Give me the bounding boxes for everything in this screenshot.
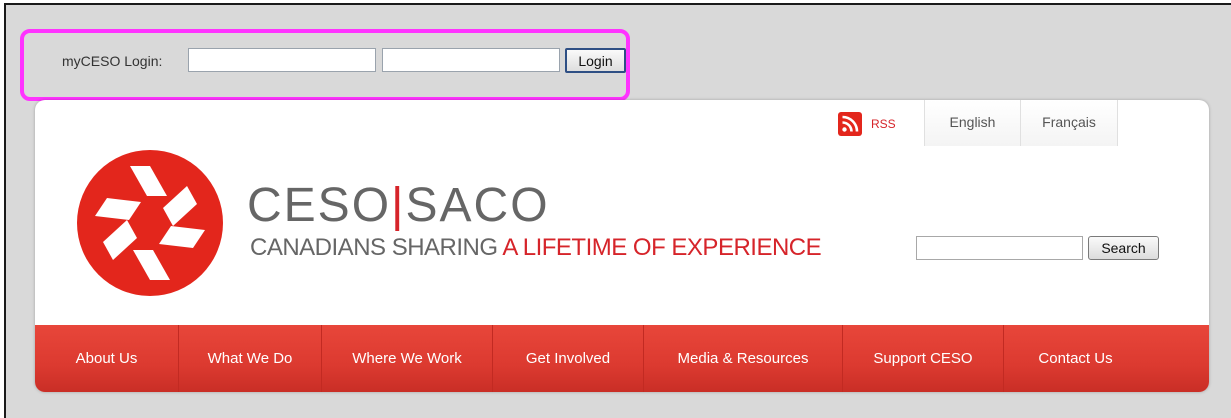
brand-wordmark: CESO|SACO — [247, 178, 550, 233]
nav-get-involved[interactable]: Get Involved — [493, 325, 644, 392]
nav-media-resources[interactable]: Media & Resources — [644, 325, 843, 392]
search-input[interactable] — [916, 236, 1083, 260]
language-tab-english[interactable]: English — [924, 100, 1021, 146]
ceso-logo[interactable] — [75, 148, 225, 298]
nav-contact-us[interactable]: Contact Us — [1004, 325, 1147, 392]
nav-support-ceso[interactable]: Support CESO — [843, 325, 1004, 392]
brand-separator: | — [391, 179, 406, 232]
tagline-gray: CANADIANS SHARING — [250, 234, 503, 261]
language-tab-french[interactable]: Français — [1021, 100, 1118, 146]
brand-ceso: CESO — [247, 179, 392, 232]
nav-what-we-do[interactable]: What We Do — [179, 325, 322, 392]
username-input[interactable] — [188, 48, 376, 72]
rss-icon-glyph — [842, 115, 859, 132]
tagline: CANADIANS SHARING A LIFETIME OF EXPERIEN… — [250, 234, 822, 262]
password-input[interactable] — [382, 48, 560, 72]
tagline-red: A LIFETIME OF EXPERIENCE — [502, 234, 822, 261]
search-button[interactable]: Search — [1088, 236, 1159, 260]
login-label: myCESO Login: — [62, 53, 163, 69]
nav-about-us[interactable]: About Us — [35, 325, 179, 392]
nav-where-we-work[interactable]: Where We Work — [322, 325, 493, 392]
rss-icon[interactable] — [838, 112, 862, 136]
main-navigation: About Us What We Do Where We Work Get In… — [35, 325, 1209, 392]
rss-link[interactable]: RSS — [871, 117, 896, 131]
login-button[interactable]: Login — [565, 48, 626, 73]
header-panel: RSS English Français CESO|SACO CANADIANS… — [35, 100, 1209, 392]
brand-saco: SACO — [405, 179, 550, 232]
